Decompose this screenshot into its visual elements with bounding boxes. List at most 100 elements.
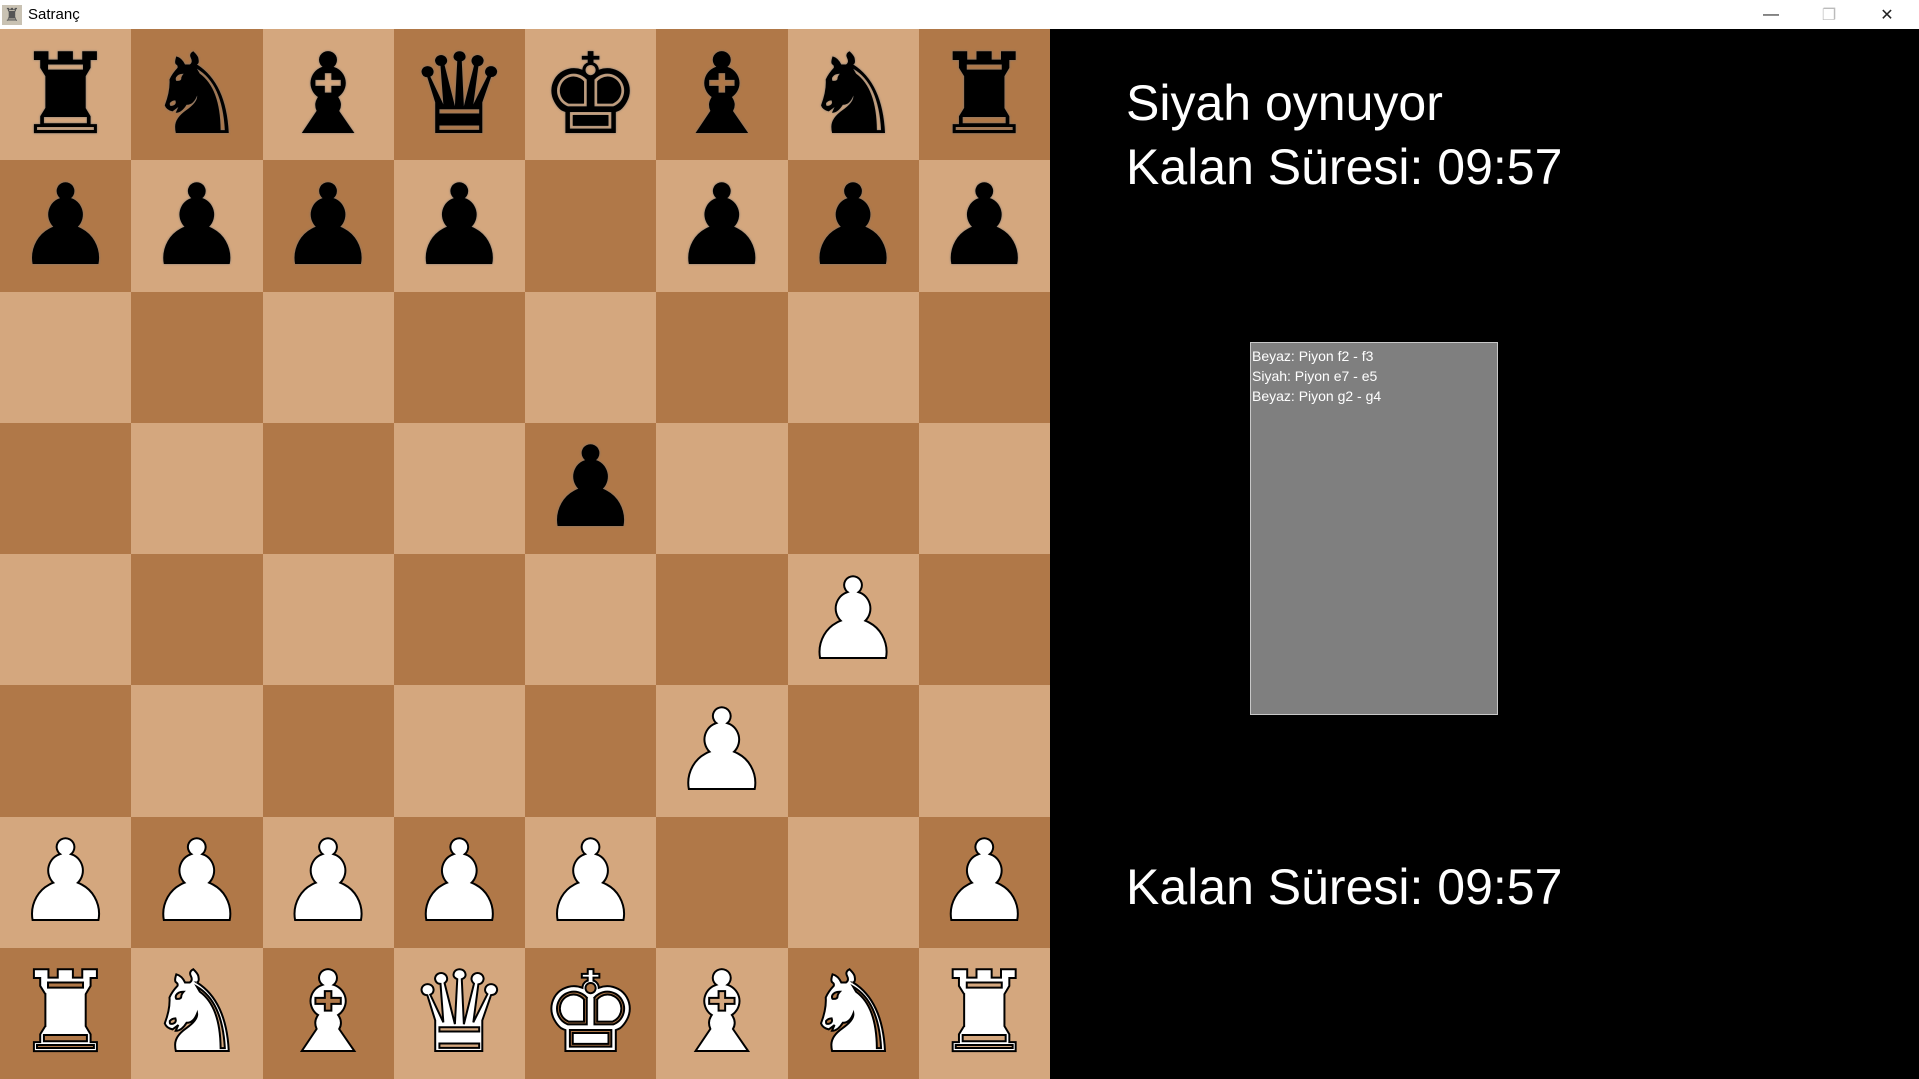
black-pawn-icon[interactable]: ♟	[15, 170, 115, 282]
black-bishop-icon[interactable]: ♝	[672, 39, 772, 151]
square-b6[interactable]	[131, 291, 263, 423]
white-knight-icon[interactable]: ♞	[802, 956, 904, 1070]
square-g7[interactable]: ♟	[787, 160, 919, 292]
square-f6[interactable]	[656, 291, 788, 423]
square-e2[interactable]: ♟	[525, 816, 657, 948]
white-pawn-icon[interactable]: ♟	[802, 563, 904, 677]
square-f4[interactable]	[656, 554, 788, 686]
white-pawn-icon[interactable]: ♟	[408, 825, 510, 939]
square-b5[interactable]	[131, 422, 263, 554]
white-pawn-icon[interactable]: ♟	[539, 825, 641, 939]
square-h7[interactable]: ♟	[918, 160, 1050, 292]
square-g5[interactable]	[787, 422, 919, 554]
square-a3[interactable]	[0, 685, 132, 817]
square-d7[interactable]: ♟	[393, 160, 525, 292]
square-f8[interactable]: ♝	[656, 29, 788, 161]
square-e7[interactable]	[525, 160, 657, 292]
square-a8[interactable]: ♜	[0, 29, 132, 161]
square-h8[interactable]: ♜	[918, 29, 1050, 161]
white-bishop-icon[interactable]: ♝	[277, 956, 379, 1070]
black-king-icon[interactable]: ♚	[540, 39, 640, 151]
maximize-button[interactable]: ❐	[1800, 0, 1858, 29]
black-knight-icon[interactable]: ♞	[803, 39, 903, 151]
square-b8[interactable]: ♞	[131, 29, 263, 161]
square-f2[interactable]	[656, 816, 788, 948]
black-queen-icon[interactable]: ♛	[409, 39, 509, 151]
square-g2[interactable]	[787, 816, 919, 948]
white-rook-icon[interactable]: ♜	[14, 956, 116, 1070]
square-c4[interactable]	[262, 554, 394, 686]
square-c7[interactable]: ♟	[262, 160, 394, 292]
square-d8[interactable]: ♛	[393, 29, 525, 161]
square-e8[interactable]: ♚	[525, 29, 657, 161]
black-knight-icon[interactable]: ♞	[147, 39, 247, 151]
black-bishop-icon[interactable]: ♝	[278, 39, 378, 151]
minimize-button[interactable]: —	[1742, 0, 1800, 29]
square-d5[interactable]	[393, 422, 525, 554]
white-pawn-icon[interactable]: ♟	[933, 825, 1035, 939]
square-h5[interactable]	[918, 422, 1050, 554]
square-c5[interactable]	[262, 422, 394, 554]
square-a1[interactable]: ♜	[0, 947, 132, 1079]
black-pawn-icon[interactable]: ♟	[147, 170, 247, 282]
square-h3[interactable]	[918, 685, 1050, 817]
chess-board[interactable]: ♜ ♞ ♝ ♛ ♚ ♝ ♞ ♜ ♟ ♟ ♟ ♟ ♟ ♟ ♟ ♟ ♟ ♟ ♟ ♟ ♟ ♟ ♟ ♟ ♜ ♞ ♝ ♛ ♚ ♝ ♞ ♜	[0, 29, 1050, 1079]
square-d2[interactable]: ♟	[393, 816, 525, 948]
square-b3[interactable]	[131, 685, 263, 817]
square-b7[interactable]: ♟	[131, 160, 263, 292]
square-e4[interactable]	[525, 554, 657, 686]
square-f7[interactable]: ♟	[656, 160, 788, 292]
square-g4[interactable]: ♟	[787, 554, 919, 686]
square-g3[interactable]	[787, 685, 919, 817]
square-h2[interactable]: ♟	[918, 816, 1050, 948]
square-b1[interactable]: ♞	[131, 947, 263, 1079]
square-g6[interactable]	[787, 291, 919, 423]
white-bishop-icon[interactable]: ♝	[671, 956, 773, 1070]
black-rook-icon[interactable]: ♜	[15, 39, 115, 151]
square-f3[interactable]: ♟	[656, 685, 788, 817]
black-pawn-icon[interactable]: ♟	[540, 432, 640, 544]
white-pawn-icon[interactable]: ♟	[671, 694, 773, 808]
black-pawn-icon[interactable]: ♟	[672, 170, 772, 282]
square-d3[interactable]	[393, 685, 525, 817]
square-e5[interactable]: ♟	[525, 422, 657, 554]
square-h4[interactable]	[918, 554, 1050, 686]
square-f1[interactable]: ♝	[656, 947, 788, 1079]
square-c1[interactable]: ♝	[262, 947, 394, 1079]
square-e6[interactable]	[525, 291, 657, 423]
square-c6[interactable]	[262, 291, 394, 423]
white-pawn-icon[interactable]: ♟	[146, 825, 248, 939]
square-a7[interactable]: ♟	[0, 160, 132, 292]
square-a5[interactable]	[0, 422, 132, 554]
square-c2[interactable]: ♟	[262, 816, 394, 948]
black-rook-icon[interactable]: ♜	[934, 39, 1034, 151]
square-g1[interactable]: ♞	[787, 947, 919, 1079]
black-pawn-icon[interactable]: ♟	[803, 170, 903, 282]
square-a2[interactable]: ♟	[0, 816, 132, 948]
square-e3[interactable]	[525, 685, 657, 817]
black-pawn-icon[interactable]: ♟	[409, 170, 509, 282]
square-d4[interactable]	[393, 554, 525, 686]
square-d1[interactable]: ♛	[393, 947, 525, 1079]
square-h6[interactable]	[918, 291, 1050, 423]
square-c3[interactable]	[262, 685, 394, 817]
square-b2[interactable]: ♟	[131, 816, 263, 948]
white-knight-icon[interactable]: ♞	[146, 956, 248, 1070]
white-rook-icon[interactable]: ♜	[933, 956, 1035, 1070]
square-a6[interactable]	[0, 291, 132, 423]
close-button[interactable]: ✕	[1858, 0, 1916, 29]
square-c8[interactable]: ♝	[262, 29, 394, 161]
square-f5[interactable]	[656, 422, 788, 554]
square-h1[interactable]: ♜	[918, 947, 1050, 1079]
square-d6[interactable]	[393, 291, 525, 423]
square-e1[interactable]: ♚	[525, 947, 657, 1079]
white-pawn-icon[interactable]: ♟	[277, 825, 379, 939]
white-queen-icon[interactable]: ♛	[408, 956, 510, 1070]
square-b4[interactable]	[131, 554, 263, 686]
black-pawn-icon[interactable]: ♟	[934, 170, 1034, 282]
white-king-icon[interactable]: ♚	[539, 956, 641, 1070]
white-pawn-icon[interactable]: ♟	[14, 825, 116, 939]
square-a4[interactable]	[0, 554, 132, 686]
black-pawn-icon[interactable]: ♟	[278, 170, 378, 282]
square-g8[interactable]: ♞	[787, 29, 919, 161]
